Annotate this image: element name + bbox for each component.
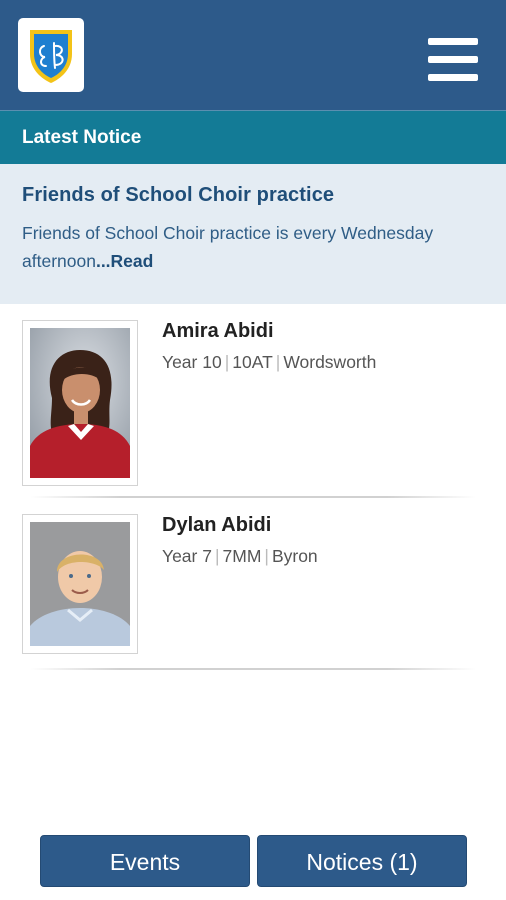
meta-separator: |	[264, 546, 269, 566]
meta-separator: |	[214, 546, 220, 566]
school-crest-icon	[30, 30, 72, 83]
student-name: Dylan Abidi	[162, 514, 272, 536]
student-year: Year 7	[162, 546, 212, 566]
notice-card[interactable]: Friends of School Choir practice Friends…	[0, 164, 506, 304]
hamburger-menu-icon[interactable]	[424, 36, 482, 84]
student-class: 7MM	[222, 546, 262, 566]
student-house: Byron	[271, 546, 318, 566]
notice-title[interactable]: Friends of School Choir practice	[22, 184, 484, 207]
student-year: Year 10	[162, 352, 222, 372]
student-photo-frame	[22, 320, 138, 486]
student-card-dylan[interactable]: Dylan Abidi Year 7 | 7MM | Byron	[0, 498, 506, 678]
divider	[30, 668, 476, 670]
meta-separator: |	[224, 352, 230, 372]
app-root: Latest Notice Friends of School Choir pr…	[0, 0, 506, 900]
top-bar	[0, 0, 506, 110]
student-photo	[30, 328, 130, 478]
student-details: Year 10 | 10AT | Wordsworth	[162, 352, 376, 373]
school-logo[interactable]	[18, 18, 84, 92]
student-card-amira[interactable]: Amira Abidi Year 10 | 10AT | Wordsworth	[0, 304, 506, 486]
notice-text-body: Friends of School Choir practice is ever…	[22, 223, 434, 271]
notice-text: Friends of School Choir practice is ever…	[22, 219, 484, 275]
student-name: Amira Abidi	[162, 320, 274, 342]
meta-separator: |	[275, 352, 281, 372]
student-details: Year 7 | 7MM | Byron	[162, 546, 318, 567]
student-class: 10AT	[232, 352, 273, 372]
read-more-link[interactable]: ...Read	[96, 251, 153, 271]
student-house: Wordsworth	[283, 352, 377, 372]
notices-button[interactable]: Notices (1)	[257, 835, 467, 887]
events-button[interactable]: Events	[40, 835, 250, 887]
student-photo-frame	[22, 514, 138, 654]
latest-notice-heading: Latest Notice	[0, 110, 506, 164]
student-photo	[30, 522, 130, 646]
